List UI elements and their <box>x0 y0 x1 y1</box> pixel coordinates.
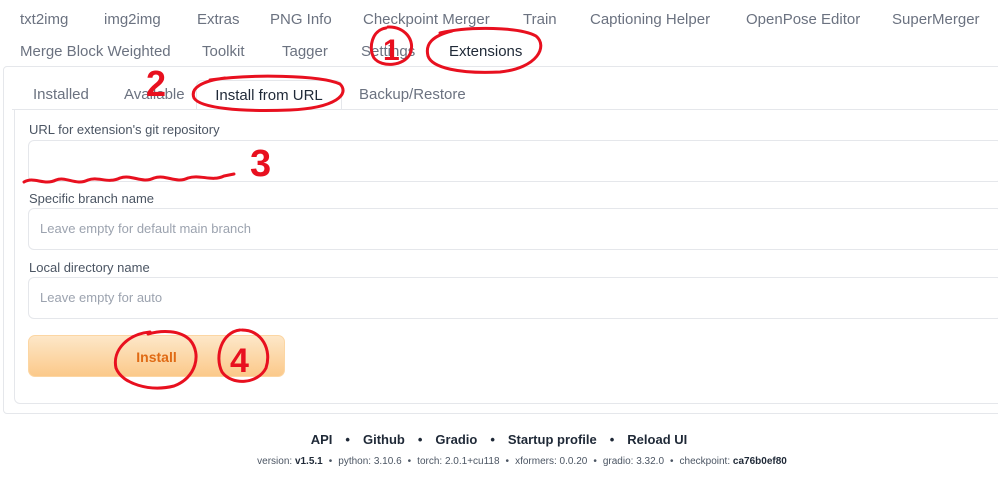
checkpoint-label: checkpoint: <box>679 456 731 467</box>
version-label: version: <box>257 456 293 467</box>
footer-separator: • <box>490 432 495 447</box>
directory-label: Local directory name <box>29 260 150 275</box>
tab-img2img[interactable]: img2img <box>104 11 161 28</box>
sub-tab-backup-restore[interactable]: Backup/Restore <box>359 80 466 110</box>
torch-version: torch: 2.0.1+cu118 <box>417 456 500 467</box>
version-info: version: v1.5.1 • python: 3.10.6 • torch: 2.… <box>257 456 787 467</box>
tab-txt2img[interactable]: txt2img <box>20 11 68 28</box>
sub-tab-available[interactable]: Available <box>124 80 185 110</box>
branch-label: Specific branch name <box>29 191 155 206</box>
install-button[interactable]: Install <box>28 335 285 377</box>
tab-toolkit[interactable]: Toolkit <box>202 43 245 60</box>
main-tab-bar: txt2img img2img Extras PNG Info Checkpoi… <box>0 0 998 66</box>
footer-link-api[interactable]: API <box>311 432 333 447</box>
branch-input[interactable]: Leave empty for default main branch <box>28 208 998 250</box>
footer-separator: • <box>345 432 350 447</box>
tab-train[interactable]: Train <box>523 11 557 28</box>
footer-link-github[interactable]: Github <box>363 432 405 447</box>
footer-link-reload-ui[interactable]: Reload UI <box>627 432 687 447</box>
tab-tagger[interactable]: Tagger <box>282 43 328 60</box>
gradio-version: gradio: 3.32.0 <box>602 456 665 467</box>
footer-separator: • <box>609 432 615 447</box>
footer-link-gradio[interactable]: Gradio <box>435 432 477 447</box>
sub-tab-installed[interactable]: Installed <box>33 80 89 110</box>
tab-extensions[interactable]: Extensions <box>449 43 522 60</box>
tab-supermerger[interactable]: SuperMerger <box>892 11 980 28</box>
tab-settings[interactable]: Settings <box>361 43 415 60</box>
sub-tab-install-from-url[interactable]: Install from URL <box>196 80 342 110</box>
python-version: python: 3.10.6 <box>338 456 402 467</box>
checkpoint-value: ca76b0ef80 <box>732 456 787 467</box>
tab-checkpoint-merger[interactable]: Checkpoint Merger <box>363 11 490 28</box>
xformers-version: xformers: 0.0.20 <box>515 456 588 467</box>
extensions-sub-tab-bar: Installed Available Install from URL Bac… <box>12 80 998 110</box>
url-input[interactable] <box>28 140 998 182</box>
footer-links: API • Github • Gradio • Startup profile • Reload… <box>0 432 998 447</box>
tab-extras[interactable]: Extras <box>197 11 240 28</box>
tab-openpose-editor[interactable]: OpenPose Editor <box>746 11 860 28</box>
tab-png-info[interactable]: PNG Info <box>270 11 332 28</box>
footer-separator: • <box>417 432 423 447</box>
tab-captioning-helper[interactable]: Captioning Helper <box>590 11 710 28</box>
url-label: URL for extension's git repository <box>29 122 220 137</box>
footer-link-startup-profile[interactable]: Startup profile <box>508 432 597 447</box>
tab-merge-block-weighted[interactable]: Merge Block Weighted <box>20 43 171 60</box>
directory-input[interactable]: Leave empty for auto <box>28 277 998 319</box>
version-value: v1.5.1 <box>294 456 323 467</box>
